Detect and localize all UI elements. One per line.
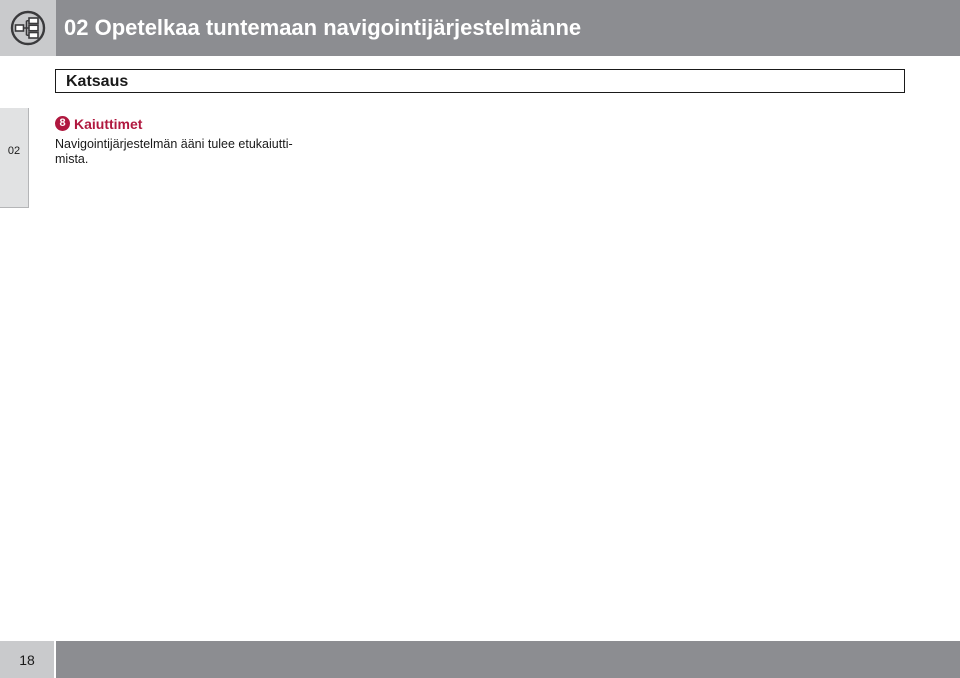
page-title: 02 Opetelkaa tuntemaan navigointijärjest… xyxy=(64,15,582,40)
item-body: Navigointijärjestelmän ääni tulee etukai… xyxy=(55,137,315,167)
item-number-badge: 8 xyxy=(55,116,70,131)
header-title-cell: 02 Opetelkaa tuntemaan navigointijärjest… xyxy=(56,0,960,56)
chapter-tab: 02 xyxy=(0,108,29,208)
chapter-tab-label: 02 xyxy=(7,145,21,157)
item-heading: 8 Kaiuttimet xyxy=(55,115,142,133)
section-title: Katsaus xyxy=(66,73,129,90)
page-number: 18 xyxy=(19,652,35,668)
item-body-line: mista. xyxy=(55,152,89,166)
footer-bar xyxy=(56,641,960,678)
item-title: Kaiuttimet xyxy=(74,116,143,132)
header-icon-cell xyxy=(0,0,56,56)
navigation-system-diagram-icon xyxy=(10,10,46,46)
item-body-line: Navigointijärjestelmän ääni tulee etukai… xyxy=(55,137,293,151)
page-header: 02 Opetelkaa tuntemaan navigointijärjest… xyxy=(0,0,960,56)
footer-page-cell: 18 xyxy=(0,641,54,678)
section-header-box: Katsaus xyxy=(55,69,905,93)
